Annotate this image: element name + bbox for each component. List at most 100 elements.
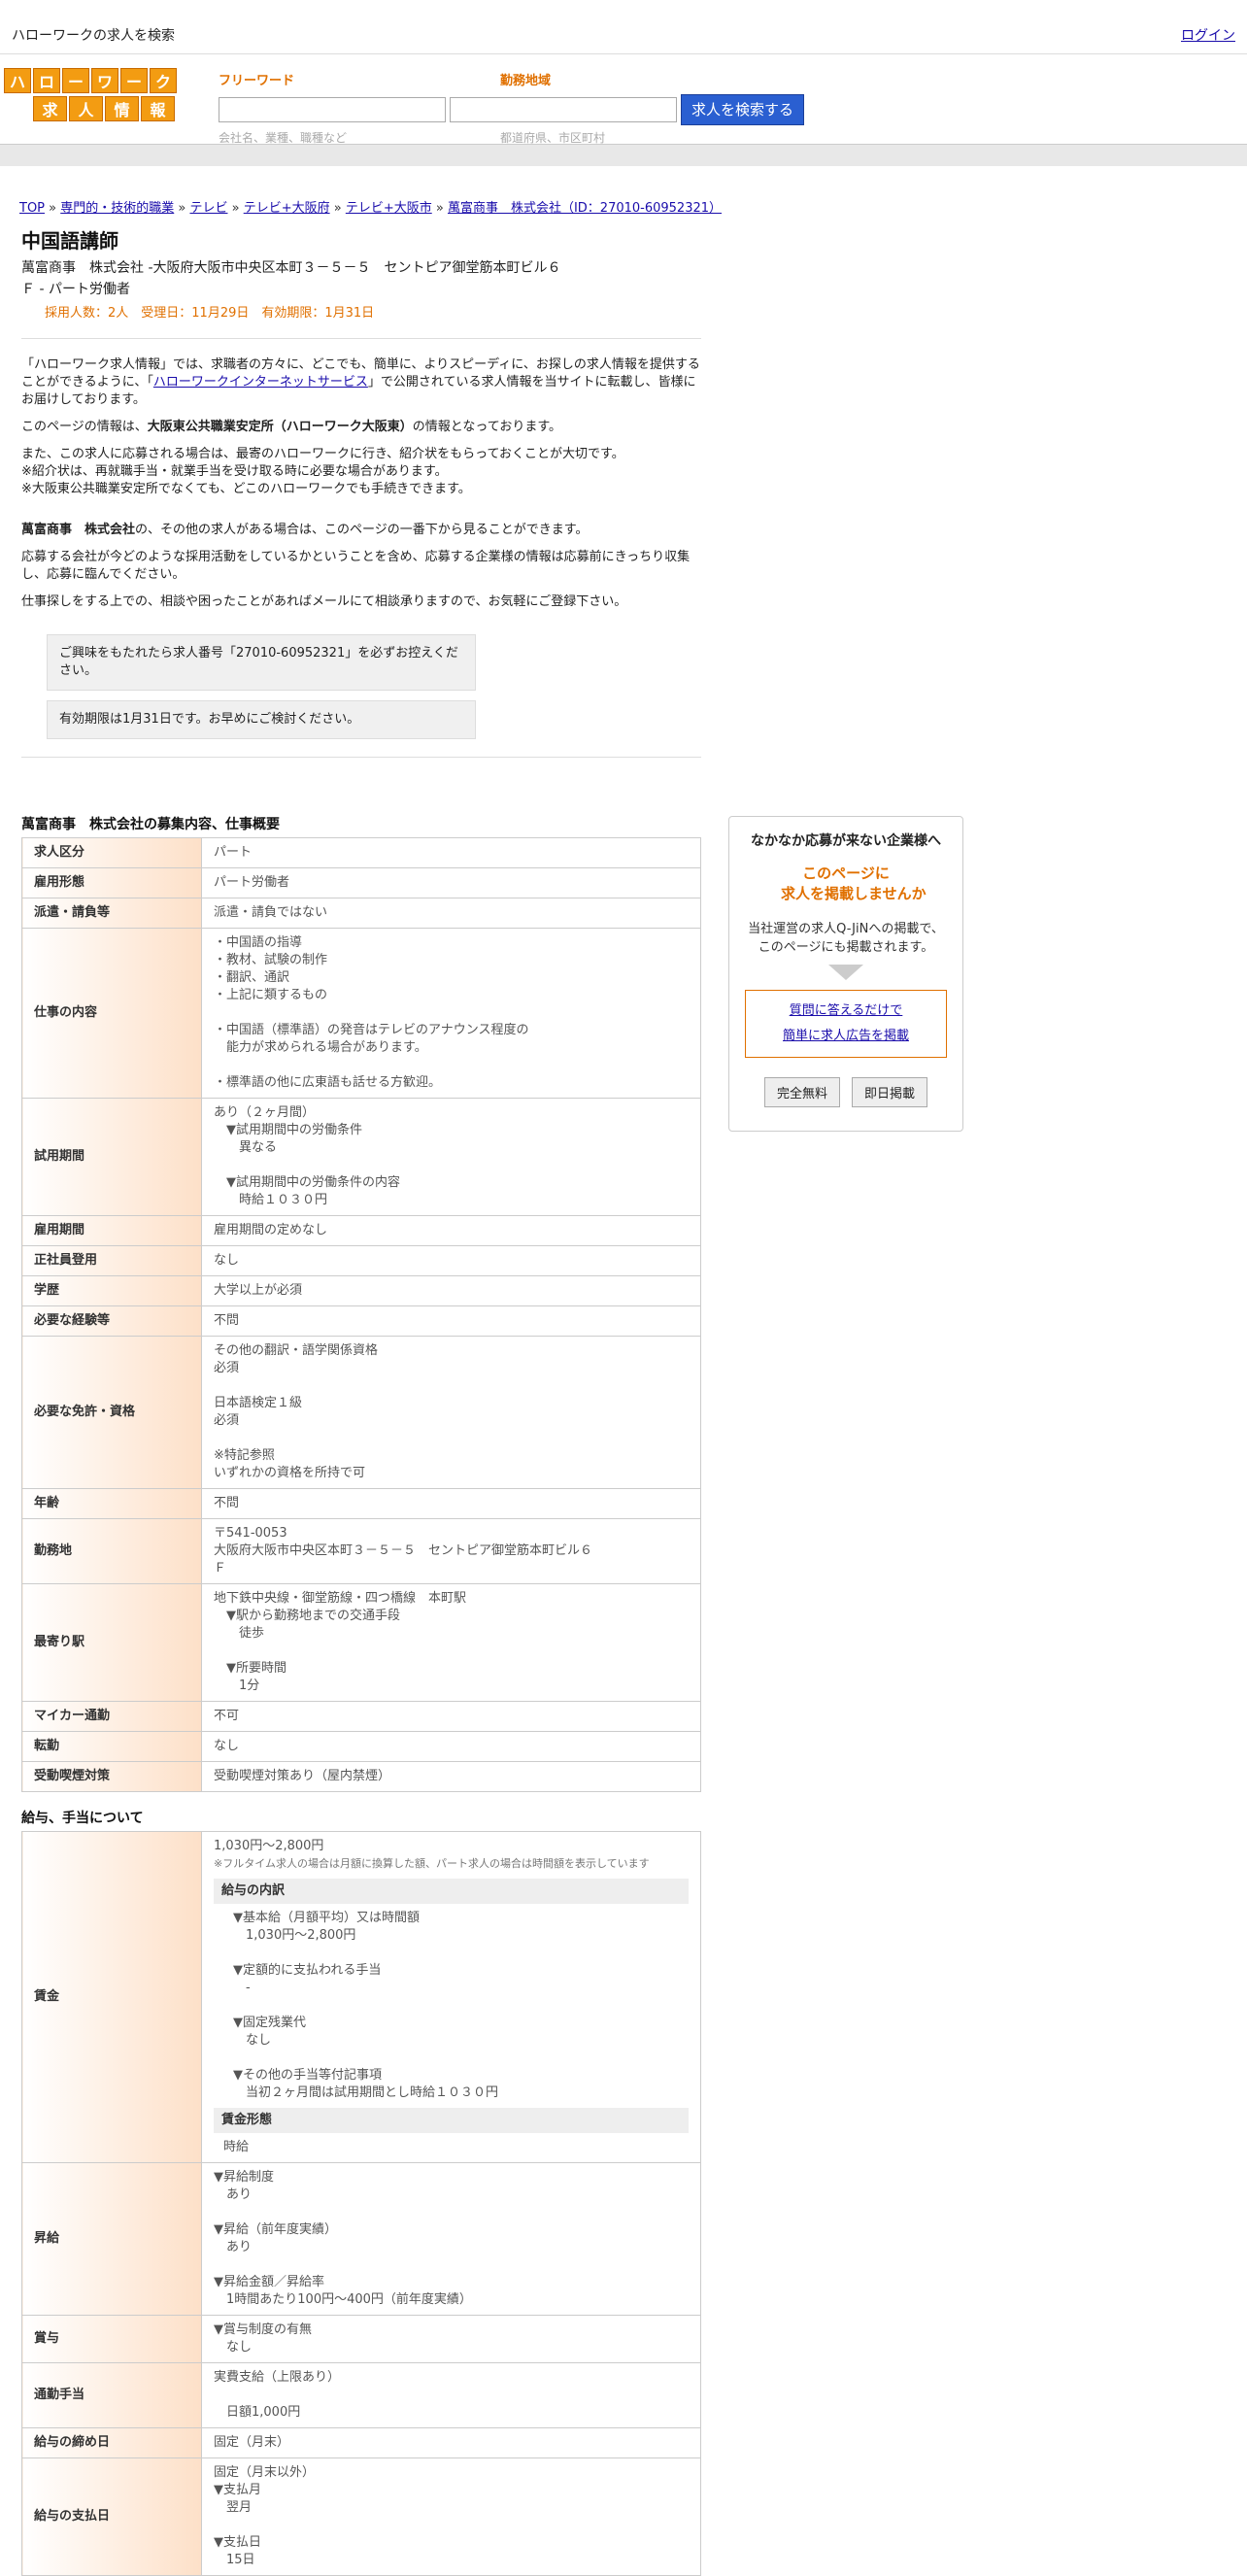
row-key: 転勤: [21, 1731, 202, 1762]
table-row: 正社員登用 なし: [21, 1245, 701, 1276]
row-key: 昇給: [21, 2162, 202, 2316]
wage-form-heading: 賃金形態: [214, 2108, 689, 2133]
table-row: 雇用形態 パート労働者: [21, 867, 701, 898]
main-content: 中国語講師 萬富商事 株式会社 -大阪府大阪市中央区本町３－５－５ セントピア御…: [21, 225, 701, 2576]
table-row: 必要な経験等 不問: [21, 1305, 701, 1337]
table-row: 賞与 ▼賞与制度の有無 なし: [21, 2315, 701, 2363]
row-key: 学歴: [21, 1275, 202, 1306]
row-value: 固定（月末）: [201, 2427, 701, 2458]
row-value: なし: [201, 1245, 701, 1276]
wage-breakdown-heading: 給与の内訳: [214, 1879, 689, 1904]
area-input[interactable]: [450, 97, 677, 122]
hellowork-logo[interactable]: ハローワーク 求人情報: [4, 68, 177, 121]
row-value: 地下鉄中央線・御堂筋線・四つ橋線 本町駅 ▼駅から勤務地までの交通手段 徒歩 ▼…: [201, 1583, 701, 1702]
row-value: 不可: [201, 1701, 701, 1732]
wage-range: 1,030円〜2,800円: [214, 1839, 324, 1853]
breadcrumb-link[interactable]: 専門的・技術的職業: [60, 201, 174, 216]
advertise-body: 当社運営の求人Q-JiNへの掲載で、 このページにも掲載されます。: [748, 922, 944, 955]
breadcrumb-link[interactable]: TOP: [19, 201, 45, 216]
referral-paragraph: また、この求人に応募される場合は、最寄のハローワークに行き、紹介状をもらっておく…: [21, 447, 624, 496]
hellowork-internet-link[interactable]: ハローワークインターネットサービス: [153, 375, 368, 390]
row-value: なし: [201, 1731, 701, 1762]
row-key: 勤務地: [21, 1518, 202, 1584]
keyword-input[interactable]: [219, 97, 446, 122]
row-key: 必要な経験等: [21, 1305, 202, 1337]
row-key: 給与の支払日: [21, 2457, 202, 2576]
same-day-button[interactable]: 即日掲載: [852, 1077, 928, 1107]
advertise-heading: なかなか応募が来ない企業様へ: [751, 833, 941, 849]
row-value: 〒541-0053 大阪府大阪市中央区本町３－５－５ セントピア御堂筋本町ビル６…: [201, 1518, 701, 1584]
table-row: 試用期間 あり（２ヶ月間） ▼試用期間中の労働条件 異なる ▼試用期間中の労働条件…: [21, 1098, 701, 1216]
site-title: ハローワークの求人を検索: [12, 28, 175, 44]
logo-char: ー: [62, 68, 89, 93]
area-label: 勤務地域: [500, 74, 552, 88]
other-jobs-paragraph: 萬富商事 株式会社の、その他の求人がある場合は、このページの一番下から見ることが…: [21, 523, 589, 537]
breadcrumb-separator: »: [227, 201, 244, 216]
wage-form: 時給: [223, 2140, 250, 2154]
logo-char: ク: [150, 68, 177, 93]
divider: [21, 338, 701, 339]
breadcrumb-separator: »: [329, 201, 346, 216]
row-key: 正社員登用: [21, 1245, 202, 1276]
breadcrumb-link[interactable]: テレビ+大阪府: [244, 201, 330, 216]
row-key: 年齢: [21, 1488, 202, 1519]
row-value: 固定（月末以外） ▼支払月 翌月 ▼支払日 15日: [201, 2457, 701, 2576]
breadcrumb: TOP » 専門的・技術的職業 » テレビ » テレビ+大阪府 » テレビ+大阪…: [0, 166, 1247, 216]
employment-type: Ｆ - パート労働者: [21, 282, 130, 297]
table-row: 仕事の内容 ・中国語の指導 ・教材、試験の制作 ・翻訳、通訳 ・上記に類するもの …: [21, 928, 701, 1099]
table-row: 通勤手当 実費支給（上限あり） 日額1,000円: [21, 2362, 701, 2428]
job-overview-table: 求人区分 パート 雇用形態 パート労働者 派遣・請負等 派遣・請負ではない 仕事の内容 ・中国…: [21, 837, 701, 1792]
breadcrumb-separator: »: [45, 201, 61, 216]
row-value: 実費支給（上限あり） 日額1,000円: [201, 2362, 701, 2428]
table-row: 派遣・請負等 派遣・請負ではない: [21, 898, 701, 929]
row-key: 雇用形態: [21, 867, 202, 898]
table-row: マイカー通勤 不可: [21, 1701, 701, 1732]
advice-paragraph: 応募する会社が今どのような採用活動をしているかということを含め、応募する企業様の…: [21, 550, 691, 582]
breadcrumb-link[interactable]: 萬富商事 株式会社（ID：27010-60952321）: [448, 201, 722, 216]
row-value: 派遣・請負ではない: [201, 898, 701, 929]
keyword-label: フリーワード: [219, 74, 295, 88]
row-value: パート: [201, 837, 701, 868]
row-value: 雇用期間の定めなし: [201, 1215, 701, 1246]
logo-char: 人: [69, 96, 103, 121]
section-title-overview: 萬富商事 株式会社の募集内容、仕事概要: [21, 817, 280, 832]
logo-char: ロ: [33, 68, 60, 93]
row-key: 雇用期間: [21, 1215, 202, 1246]
logo-char: 求: [33, 96, 67, 121]
breadcrumb-link[interactable]: テレビ: [189, 201, 227, 216]
search-button[interactable]: 求人を検索する: [681, 94, 805, 125]
advertise-link-1[interactable]: 質問に答えるだけで: [790, 1003, 903, 1018]
row-value: 受動喫煙対策あり（屋内禁煙）: [201, 1761, 701, 1792]
logo-char: 情: [105, 96, 139, 121]
row-key: 受動喫煙対策: [21, 1761, 202, 1792]
row-value: あり（２ヶ月間） ▼試用期間中の労働条件 異なる ▼試用期間中の労働条件の内容 …: [201, 1098, 701, 1216]
row-key: 賞与: [21, 2315, 202, 2363]
section-title-wage: 給与、手当について: [21, 1811, 144, 1826]
free-button[interactable]: 完全無料: [763, 1077, 840, 1107]
top-bar: ハローワークの求人を検索 ログイン: [0, 0, 1247, 54]
job-meta: 採用人数：2人 受理日：11月29日 有効期限：1月31日: [45, 306, 375, 321]
table-row: 学歴 大学以上が必須: [21, 1275, 701, 1306]
row-key: 試用期間: [21, 1098, 202, 1216]
source-paragraph: このページの情報は、大阪東公共職業安定所（ハローワーク大阪東）の情報となっており…: [21, 420, 562, 434]
logo-char: 報: [141, 96, 175, 121]
advertise-link-2[interactable]: 簡単に求人広告を掲載: [783, 1029, 909, 1043]
breadcrumb-separator: »: [431, 201, 448, 216]
row-value: ▼賞与制度の有無 なし: [201, 2315, 701, 2363]
row-key: 求人区分: [21, 837, 202, 868]
row-key: 通勤手当: [21, 2362, 202, 2428]
table-row: 必要な免許・資格 その他の翻訳・語学関係資格 必須 日本語検定１級 必須 ※特記参…: [21, 1336, 701, 1489]
row-key: 最寄り駅: [21, 1583, 202, 1702]
breadcrumb-separator: »: [174, 201, 190, 216]
table-row: 受動喫煙対策 受動喫煙対策あり（屋内禁煙）: [21, 1761, 701, 1792]
table-row: 賃金 1,030円〜2,800円 ※フルタイム求人の場合は月額に換算した額、パー…: [21, 1831, 701, 2163]
area-hint: 都道府県、市区町村: [500, 131, 606, 145]
expiry-note: 有効期限は1月31日です。お早めにご検討ください。: [47, 700, 476, 739]
row-value: パート労働者: [201, 867, 701, 898]
row-value: 不問: [201, 1488, 701, 1519]
table-row: 雇用期間 雇用期間の定めなし: [21, 1215, 701, 1246]
table-row: 給与の支払日 固定（月末以外） ▼支払月 翌月 ▼支払日 15日: [21, 2457, 701, 2576]
breadcrumb-link[interactable]: テレビ+大阪市: [346, 201, 432, 216]
login-link[interactable]: ログイン: [1181, 25, 1235, 45]
row-value: 大学以上が必須: [201, 1275, 701, 1306]
